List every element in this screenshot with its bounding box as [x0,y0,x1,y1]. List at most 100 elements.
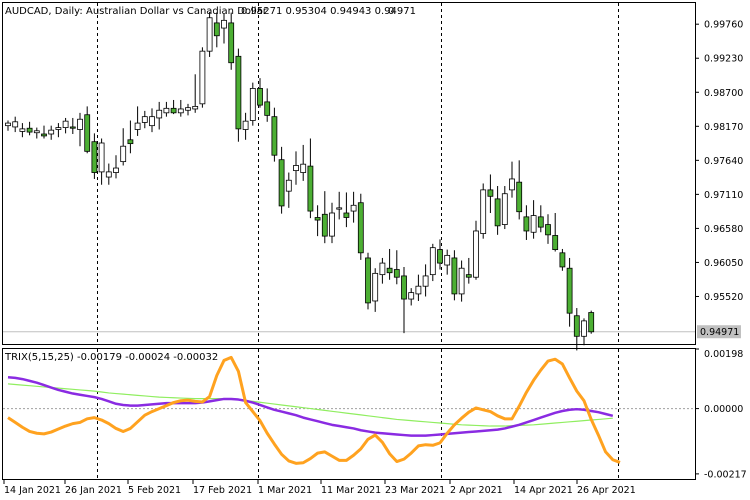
price-tick-label: 0.97110 [704,190,743,201]
candle-body [343,212,350,218]
candle [451,250,458,301]
indicator-tick-label: -0.00217 [704,469,747,480]
candle-body [386,267,393,274]
candle-body [509,178,515,191]
candle-body [12,121,19,128]
candle-body [545,224,551,236]
candle-body [228,22,235,64]
candle-body [573,315,580,337]
candle-body [213,22,220,37]
candle-body [177,108,184,114]
candle-body [300,163,307,173]
candle-body [170,107,177,114]
main-header-extra: 0 [388,6,394,17]
candle-body [55,127,62,130]
candle [199,47,206,108]
price-tick-label: 0.95520 [704,292,743,303]
candle-body [379,262,386,276]
candle-body [19,128,26,132]
candle-body [437,249,443,264]
candle [480,183,487,239]
candle-body [5,122,11,127]
candle-body [156,109,163,119]
candle-body [84,114,91,152]
candle-body [120,145,127,163]
candle-body [105,171,112,178]
candle-body [271,116,278,156]
indicator-tick-label: 0.00198 [704,349,743,360]
candle [249,82,256,126]
candle-body [350,204,357,212]
candle-body [91,141,98,173]
candle-body [588,312,595,333]
candle-body [257,88,263,106]
price-tick-label: 0.96050 [704,258,743,269]
candle-body [278,159,285,207]
candle-body [336,207,343,210]
current-price-value: 0.94971 [700,327,739,338]
candle-body [530,215,537,233]
price-tick-label: 0.98170 [704,122,743,133]
candle-body [314,217,321,221]
main-header-symbol: AUDCAD, Daily: [5,6,83,17]
candle-body [516,181,523,213]
candle-body [393,269,400,278]
candle-body [487,189,494,197]
candle-body [206,17,213,52]
candle-body [307,165,314,212]
current-price-label: 0.94971 [697,325,741,339]
time-tick-label: 1 Mar 2021 [258,485,312,496]
candle-body [62,120,69,128]
chart-canvas[interactable]: 0.99760 0.99230 0.98700 0.98170 0.97640 0.971… [0,0,750,500]
candle-body [127,139,134,145]
candle-body [429,247,436,276]
candle-body [293,165,299,172]
candle [357,193,364,260]
candle-body [264,101,271,116]
time-tick-label: 26 Jan 2021 [65,485,122,496]
candle-body [235,55,242,130]
time-tick-label: 17 Feb 2021 [193,485,252,496]
price-tick-label: 0.99230 [704,54,743,65]
candle [206,11,213,57]
candle-body [408,292,415,300]
candle-body [552,235,559,250]
candle-body [26,127,33,133]
candle-body [451,257,458,295]
indicator-header: TRIX(5,15,25) -0.00179 -0.00024 -0.00032 [4,352,218,363]
candle-body [444,254,451,266]
candle-body [285,179,292,192]
candle-body [192,105,199,110]
candle-body [149,116,155,127]
indicator-tick-label: 0.00000 [704,404,743,415]
candle-body [185,107,191,111]
candle-body [501,193,508,225]
candle-body [401,275,407,300]
candle-body [494,198,501,227]
candle-body [357,202,364,254]
candle-body [221,19,227,29]
candle-body [141,116,148,123]
candle-body [480,189,487,234]
candle-body [372,272,379,302]
candle-body [537,216,544,228]
candle-body [329,212,335,237]
time-tick-label: 14 Apr 2021 [514,485,573,496]
candle-body [33,130,40,134]
candle-body [199,50,206,105]
candle-body [473,230,479,278]
price-tick-label: 0.96580 [704,224,743,235]
candle-body [559,252,566,268]
price-tick-label: 0.99760 [704,20,743,31]
candle-body [581,320,587,337]
price-tick-label: 0.98700 [704,88,743,99]
candle-body [321,213,328,237]
time-tick-label: 2 Apr 2021 [450,485,503,496]
candle-body [249,88,256,121]
candle-body [163,107,170,114]
candle-body [566,267,573,314]
time-tick-label: 5 Feb 2021 [128,485,181,496]
candle-body [41,133,47,137]
candle-body [98,142,105,173]
candle-body [458,267,465,295]
